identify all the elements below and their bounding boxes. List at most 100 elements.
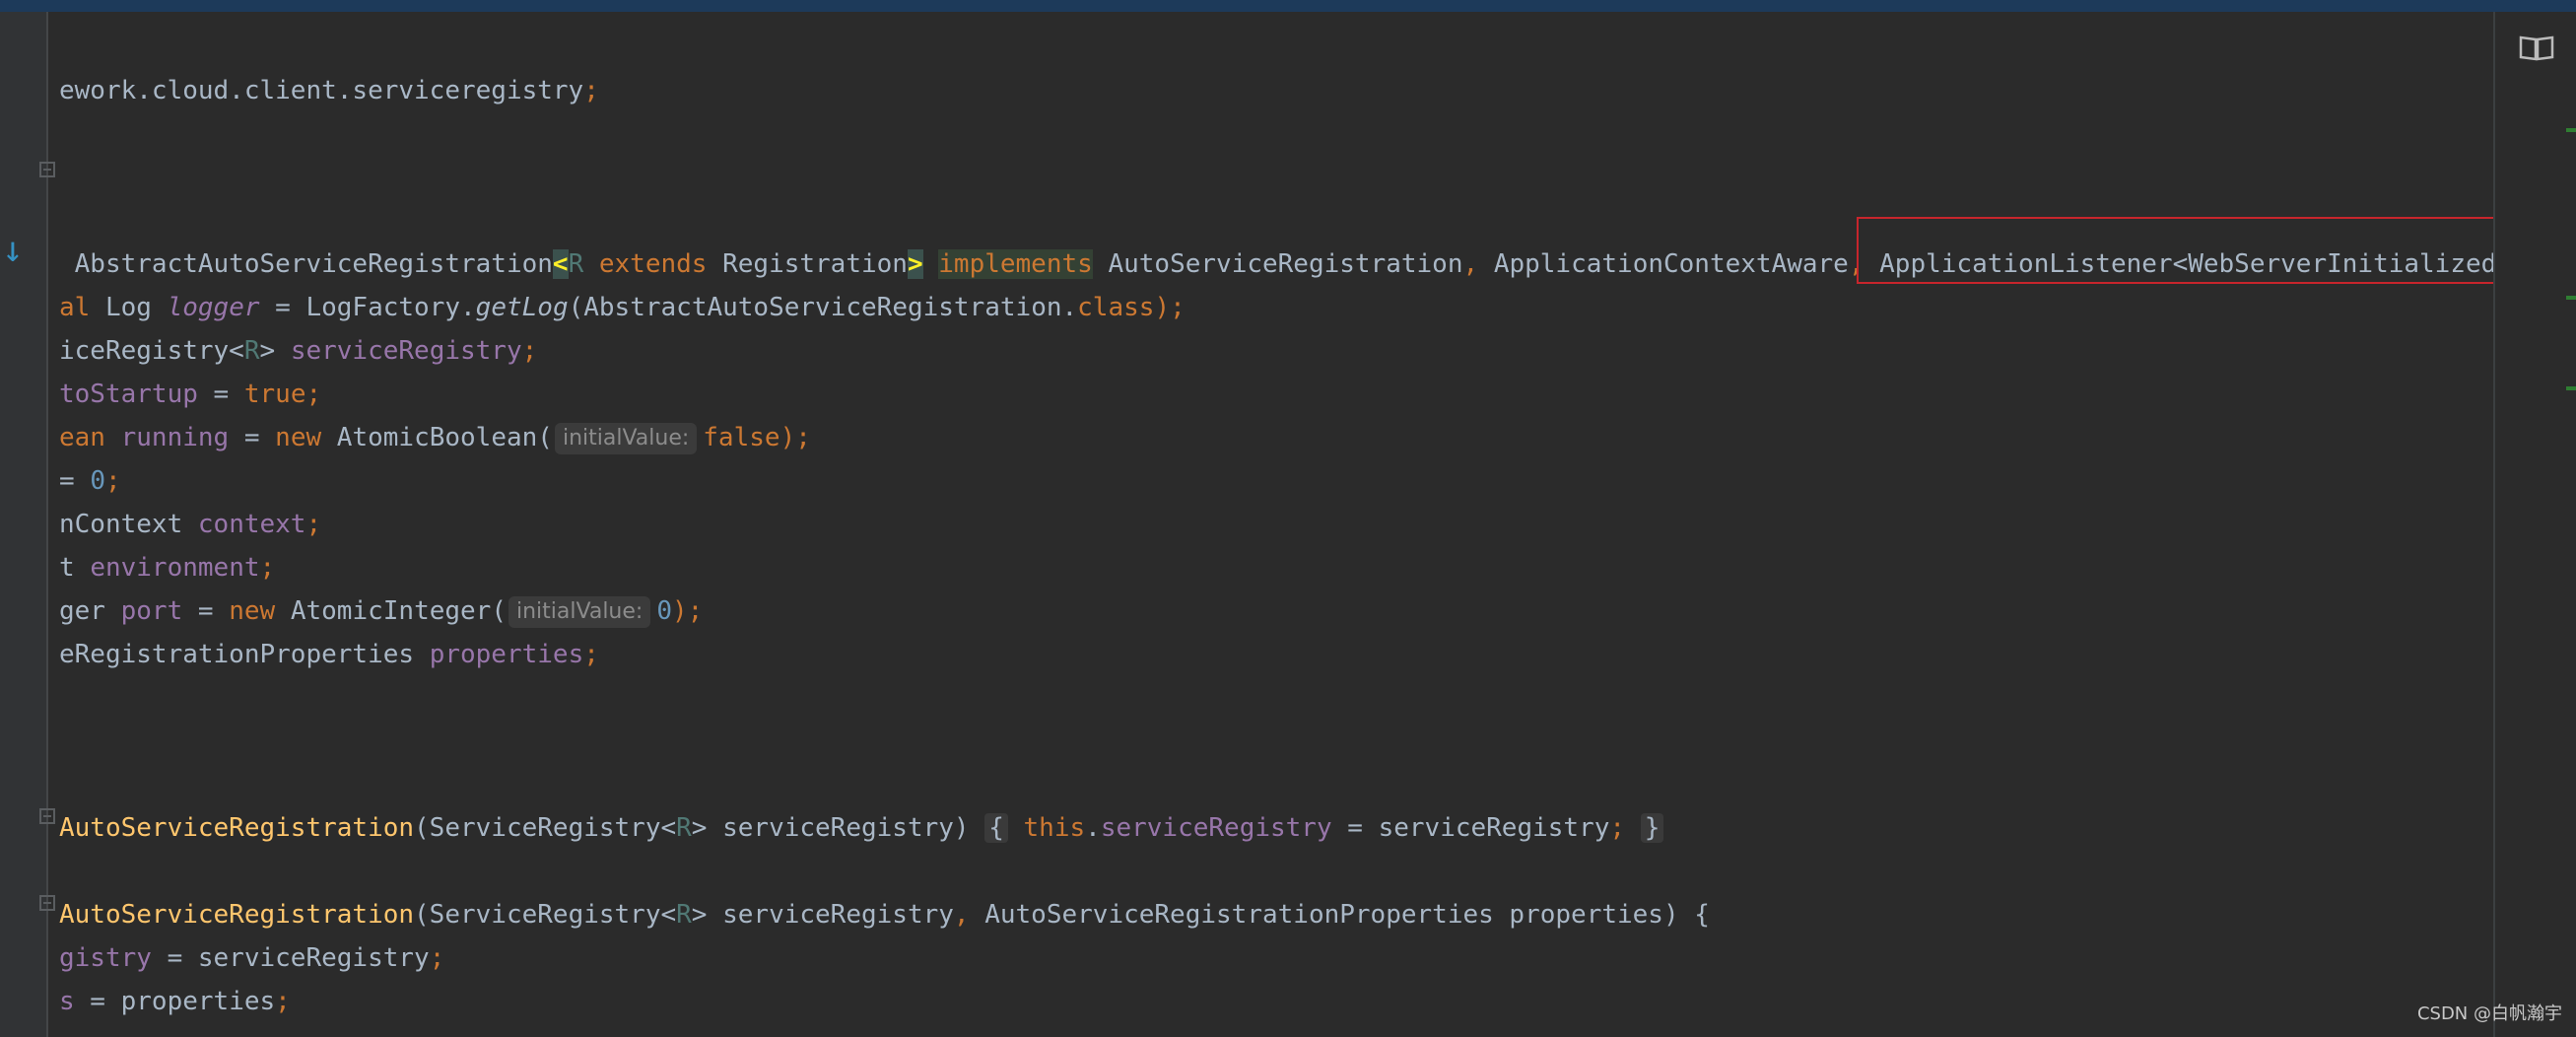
code-token: eRegistrationProperties (59, 640, 430, 669)
code-token: ; (521, 336, 538, 366)
code-line[interactable]: AutoServiceRegistration(ServiceRegistry<… (59, 893, 1710, 936)
code-token: s (59, 987, 75, 1016)
code-token: (ServiceRegistry< (414, 900, 677, 930)
code-token: = serviceRegistry (151, 943, 430, 973)
parameter-hint: initialValue: (508, 595, 651, 628)
code-token: < (552, 249, 569, 279)
highlight-annotation-box (1857, 217, 2572, 284)
code-line[interactable]: s = properties; (59, 980, 291, 1023)
code-token: environment (90, 553, 260, 583)
code-token: } (1640, 813, 1664, 843)
editor-scroll-stripe[interactable] (2493, 12, 2576, 1037)
code-token: > serviceRegistry (691, 900, 954, 930)
code-token: , (953, 900, 985, 930)
code-token: = properties (74, 987, 276, 1016)
code-token: ; (583, 76, 599, 105)
title-bar-strip (0, 0, 2576, 12)
code-token: > serviceRegistry) (691, 813, 985, 843)
change-marker[interactable] (2566, 128, 2576, 132)
code-token: ; (583, 640, 599, 669)
code-token: AutoServiceRegistration (59, 813, 415, 843)
code-token: Log (104, 293, 168, 322)
code-token: R (568, 249, 584, 279)
code-token: ApplicationContextAware (1493, 249, 1849, 279)
code-token: implements (938, 249, 1093, 279)
code-token: getLog (475, 293, 569, 322)
code-token: iceRegistry< (59, 336, 244, 366)
code-token: serviceRegistry (1100, 813, 1332, 843)
code-line[interactable]: t environment; (59, 546, 275, 589)
code-token: ger (59, 596, 121, 626)
code-token: { (984, 813, 1008, 843)
code-line[interactable]: ger port = new AtomicInteger(initialValu… (59, 589, 703, 633)
code-token: . (1085, 813, 1101, 843)
code-token: ean (59, 423, 121, 452)
code-token: AutoServiceRegistration (59, 900, 415, 930)
code-token: ; (429, 943, 445, 973)
code-token: AtomicBoolean( (336, 423, 553, 452)
code-token: ; (259, 553, 276, 583)
code-token: = LogFactory. (259, 293, 476, 322)
code-token: ; (104, 466, 121, 496)
code-token: = (182, 596, 230, 626)
code-token: (ServiceRegistry< (414, 813, 677, 843)
code-line[interactable]: iceRegistry<R> serviceRegistry; (59, 329, 537, 373)
code-token: = (59, 466, 91, 496)
change-marker[interactable] (2566, 386, 2576, 390)
book-icon[interactable] (2519, 34, 2554, 61)
code-token: ; (1609, 813, 1626, 843)
code-token: extends (583, 249, 723, 279)
code-token: this (1023, 813, 1086, 843)
code-token: t (59, 553, 91, 583)
code-editor[interactable]: ework.cloud.client.serviceregistry; Abst… (47, 12, 2570, 1037)
code-token: AutoServiceRegistration (1092, 249, 1463, 279)
code-token: 0 (656, 596, 672, 626)
code-token: ; (305, 510, 322, 539)
code-token: logger (167, 293, 260, 322)
code-token: false (703, 423, 780, 452)
code-line[interactable]: al Log logger = LogFactory.getLog(Abstra… (59, 286, 1186, 329)
code-line[interactable]: gistry = serviceRegistry; (59, 936, 444, 980)
code-token: AutoServiceRegistrationProperties proper… (984, 900, 1710, 930)
code-token: AtomicInteger( (290, 596, 507, 626)
code-token: > (907, 249, 923, 279)
code-token: , (1462, 249, 1494, 279)
code-token: ); (1154, 293, 1186, 322)
change-marker[interactable] (2566, 296, 2576, 300)
code-token: port (120, 596, 183, 626)
code-token: ); (780, 423, 811, 452)
code-token: running (120, 423, 230, 452)
code-token: al (59, 293, 105, 322)
code-token: R (243, 336, 260, 366)
code-token: new (275, 423, 337, 452)
code-line[interactable]: ean running = new AtomicBoolean(initialV… (59, 416, 811, 459)
code-token: = (197, 380, 244, 409)
code-token: serviceRegistry (290, 336, 522, 366)
code-line[interactable]: toStartup = true; (59, 373, 321, 416)
code-token: nContext (59, 510, 198, 539)
code-token: AbstractAutoServiceRegistration (59, 249, 553, 279)
code-token: (AbstractAutoServiceRegistration. (568, 293, 1078, 322)
code-token: R (676, 813, 692, 843)
code-line[interactable]: ework.cloud.client.serviceregistry; (59, 69, 599, 112)
code-token: ; (275, 987, 291, 1016)
code-line[interactable]: eRegistrationProperties properties; (59, 633, 599, 676)
code-token: ework.cloud.client.serviceregistry (59, 76, 584, 105)
down-arrow-icon[interactable]: ↓ (2, 233, 24, 268)
code-token: = (229, 423, 276, 452)
watermark-text: CSDN @白帆瀚宇 (2416, 1003, 2562, 1024)
code-line[interactable]: nContext context; (59, 503, 321, 546)
code-token: > (259, 336, 291, 366)
code-token: ); (671, 596, 704, 626)
parameter-hint: initialValue: (554, 422, 698, 454)
code-token: true; (243, 380, 322, 409)
code-line[interactable]: AutoServiceRegistration(ServiceRegistry<… (59, 806, 1664, 850)
code-token: new (229, 596, 291, 626)
code-token: toStartup (59, 380, 198, 409)
code-token: 0 (90, 466, 105, 496)
code-token: class (1077, 293, 1155, 322)
code-line[interactable]: = 0; (59, 459, 121, 503)
